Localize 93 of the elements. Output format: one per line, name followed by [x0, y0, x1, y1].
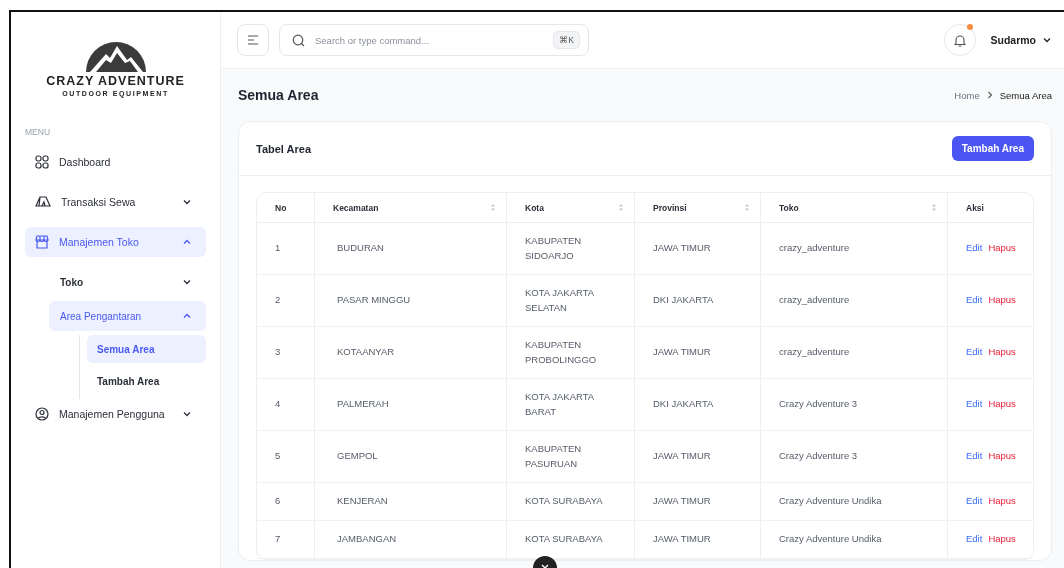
table-cell: JAWA TIMUR: [635, 327, 761, 379]
user-icon: [35, 407, 49, 421]
grid-icon: [35, 155, 49, 169]
delete-link[interactable]: Hapus: [988, 242, 1016, 254]
table-cell: KABUPATEN PASURUAN: [507, 431, 635, 483]
edit-link[interactable]: Edit: [966, 398, 983, 410]
table-cell: JAWA TIMUR: [635, 431, 761, 483]
delete-link[interactable]: Hapus: [988, 533, 1016, 545]
table-cell: KENJERAN: [315, 483, 507, 521]
chevron-up-icon: [182, 237, 192, 247]
chevron-down-icon: [182, 277, 192, 287]
chevron-down-icon: [182, 409, 192, 419]
table-cell: 7: [257, 521, 315, 559]
menu-item[interactable]: Area Pengantaran: [49, 301, 206, 331]
search-input[interactable]: Search or type command...: [313, 33, 546, 47]
table-cell: crazy_adventure: [761, 327, 948, 379]
table-cell: crazy_adventure: [761, 223, 948, 275]
table-cell: 6: [257, 483, 315, 521]
table-cell: JAWA TIMUR: [635, 521, 761, 559]
user-menu-button[interactable]: Sudarmo: [986, 34, 1052, 46]
table-cell: GEMPOL: [315, 431, 507, 483]
table-cell: JAMBANGAN: [315, 521, 507, 559]
search-icon: [292, 33, 305, 47]
menu-item[interactable]: Dashboard: [25, 147, 206, 177]
edit-link[interactable]: Edit: [966, 450, 983, 462]
table-cell: Crazy Adventure 3: [761, 431, 948, 483]
add-button[interactable]: Tambah Area: [951, 136, 1034, 161]
chevron-right-icon: [985, 91, 994, 99]
column-label: Kota: [525, 202, 544, 213]
table-cell: KOTA JAKARTA SELATAN: [507, 275, 635, 327]
table-cell: Crazy Adventure Undika: [761, 483, 948, 521]
menu-item[interactable]: Semua Area: [87, 335, 206, 363]
column-header[interactable]: Kecamatan: [315, 193, 507, 223]
menu-item[interactable]: Transaksi Sewa: [25, 187, 206, 217]
table-cell: PALMERAH: [315, 379, 507, 431]
notification-button[interactable]: [944, 24, 977, 56]
edit-link[interactable]: Edit: [966, 346, 983, 358]
table-cell: KOTA SURABAYA: [507, 483, 635, 521]
menu-heading: MENU: [25, 127, 52, 137]
column-header[interactable]: Provinsi: [635, 193, 761, 223]
table-cell: 4: [257, 379, 315, 431]
table-cell: JAWA TIMUR: [635, 483, 761, 521]
column-header[interactable]: Toko: [761, 193, 948, 223]
delete-link[interactable]: Hapus: [988, 450, 1016, 462]
edit-link[interactable]: Edit: [966, 242, 983, 254]
table-cell: DKI JAKARTA: [635, 379, 761, 431]
menu-button[interactable]: [237, 24, 269, 56]
page-title: Semua Area: [238, 87, 319, 103]
edit-link[interactable]: Edit: [966, 495, 983, 507]
table-cell: 3: [257, 327, 315, 379]
column-label: No: [275, 202, 287, 213]
column-label: Aksi: [966, 202, 984, 213]
table-cell: DKI JAKARTA: [635, 275, 761, 327]
table-cell: Crazy Adventure Undika: [761, 521, 948, 559]
chevron-up-icon: [182, 311, 192, 321]
menu-icon: [247, 35, 259, 45]
edit-link[interactable]: Edit: [966, 533, 983, 545]
column-label: Kecamatan: [333, 202, 379, 213]
column-header[interactable]: Kota: [507, 193, 635, 223]
table-cell: PASAR MINGGU: [315, 275, 507, 327]
table-cell: 2: [257, 275, 315, 327]
edit-link[interactable]: Edit: [966, 294, 983, 306]
table-cell: BUDURAN: [315, 223, 507, 275]
table-cell: Crazy Adventure 3: [761, 379, 948, 431]
menu-item[interactable]: Manajemen Pengguna: [25, 399, 206, 429]
breadcrumb-link[interactable]: Home: [954, 89, 980, 101]
delete-link[interactable]: Hapus: [988, 398, 1016, 410]
column-label: Toko: [779, 202, 799, 213]
table-cell: 1: [257, 223, 315, 275]
chevron-down-icon: [182, 197, 192, 207]
bell-icon: [954, 33, 967, 47]
menu-item[interactable]: Tambah Area: [87, 367, 206, 395]
brand-name: CRAZY ADVENTURE: [46, 74, 185, 88]
delete-link[interactable]: Hapus: [988, 294, 1016, 306]
table-cell: KOTAANYAR: [315, 327, 507, 379]
table-cell: KOTA JAKARTA BARAT: [507, 379, 635, 431]
table-cell: crazy_adventure: [761, 275, 948, 327]
menu-item[interactable]: Toko: [49, 267, 206, 297]
column-label: Provinsi: [653, 202, 687, 213]
chevron-down-icon: [1042, 35, 1052, 45]
table-cell: JAWA TIMUR: [635, 223, 761, 275]
delete-link[interactable]: Hapus: [988, 495, 1016, 507]
card-title: Tabel Area: [256, 142, 312, 155]
search-bar[interactable]: Search or type command... ⌘K: [279, 24, 589, 56]
tent-icon: [35, 195, 51, 209]
store-icon: [35, 235, 49, 249]
table-cell: KABUPATEN PROBOLINGGO: [507, 327, 635, 379]
menu-item[interactable]: Manajemen Toko: [25, 227, 206, 257]
table-cell: 5: [257, 431, 315, 483]
shortcut-badge: ⌘K: [553, 31, 580, 49]
table-cell: KABUPATEN SIDOARJO: [507, 223, 635, 275]
delete-link[interactable]: Hapus: [988, 346, 1016, 358]
breadcrumb-current: Semua Area: [999, 89, 1052, 101]
